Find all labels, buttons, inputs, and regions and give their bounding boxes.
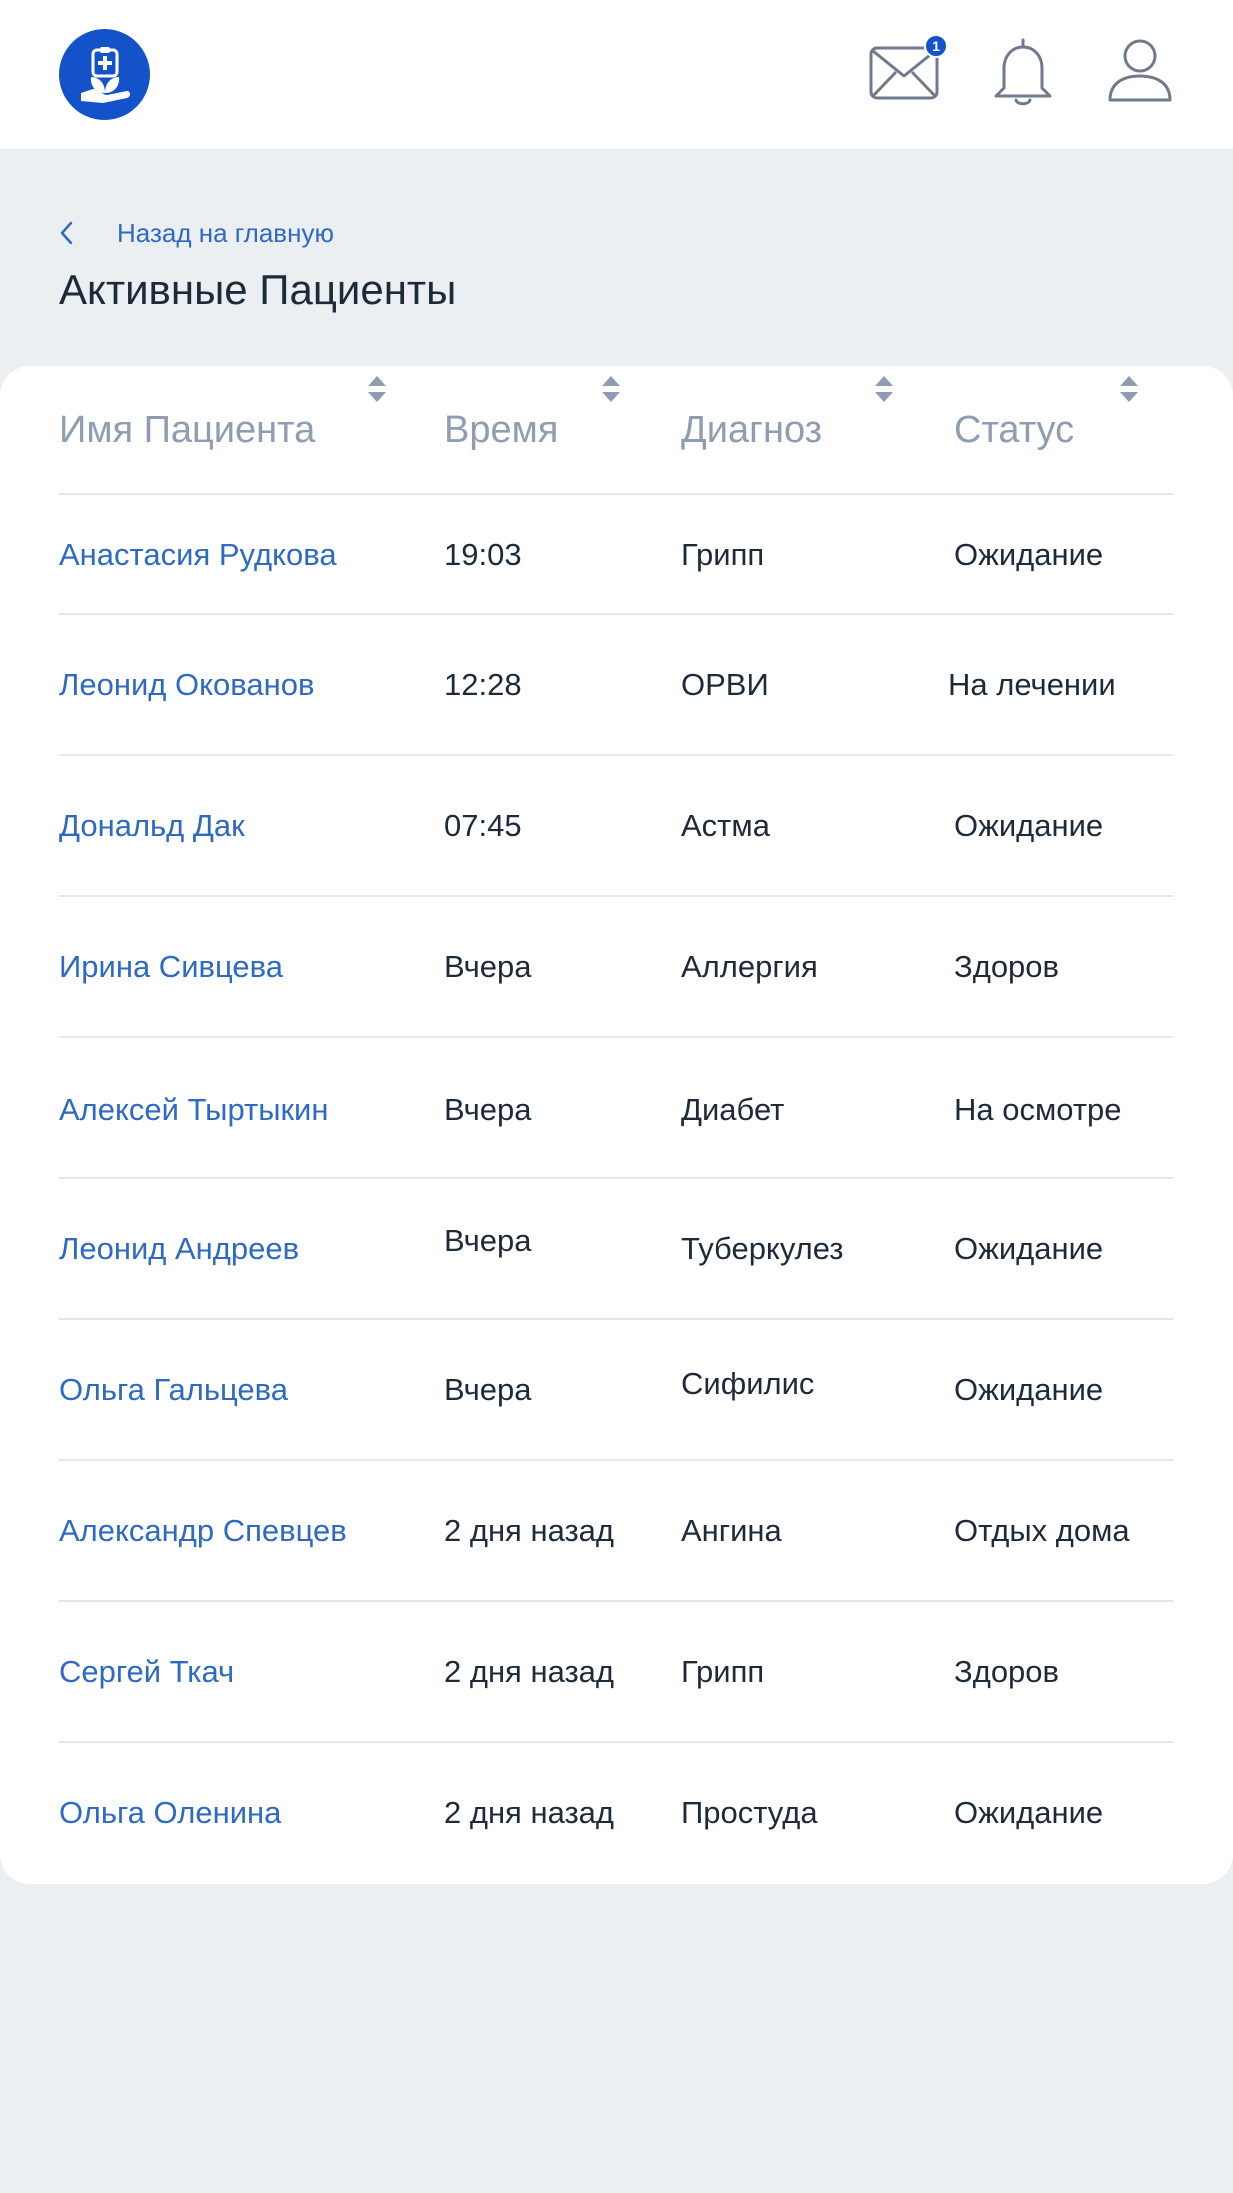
- table-row[interactable]: Ольга Оленина 2 дня назад Простуда Ожида…: [59, 1743, 1173, 1882]
- time-cell: 2 дня назад: [444, 1795, 615, 1830]
- status-cell: Отдых дома: [954, 1513, 1130, 1548]
- mail-icon[interactable]: 1: [868, 34, 948, 104]
- status-cell: Ожидание: [954, 808, 1104, 843]
- patient-name-link[interactable]: Дональд Дак: [59, 806, 245, 846]
- user-glyph: [1108, 39, 1172, 102]
- column-header-label: Статус: [954, 408, 1075, 451]
- table-row[interactable]: Алексей Тыртыкин Вчера Диабет На осмотре: [59, 1038, 1173, 1179]
- status-cell: Ожидание: [954, 1372, 1104, 1407]
- diagnosis-cell: Сифилис: [681, 1366, 815, 1401]
- diagnosis-cell: ОРВИ: [681, 667, 769, 702]
- table-row[interactable]: Леонид Окованов 12:28 ОРВИ На лечении: [59, 615, 1173, 756]
- diagnosis-cell: Туберкулез: [681, 1231, 844, 1266]
- column-header-diagnosis[interactable]: Диагноз: [681, 408, 822, 452]
- column-header-label: Время: [444, 408, 559, 451]
- sort-icon[interactable]: [1118, 374, 1140, 404]
- sort-icon[interactable]: [873, 374, 895, 404]
- diagnosis-cell: Грипп: [681, 537, 765, 572]
- bell-glyph: [994, 38, 1052, 106]
- diagnosis-cell: Ангина: [681, 1513, 782, 1548]
- column-header-status[interactable]: Статус: [954, 408, 1074, 452]
- time-cell: 07:45: [444, 808, 522, 843]
- patient-name-link[interactable]: Леонид Андреев: [59, 1229, 299, 1269]
- sort-icon[interactable]: [600, 374, 622, 404]
- diagnosis-cell: Грипп: [681, 1654, 765, 1689]
- patient-name-link[interactable]: Ирина Сивцева: [59, 947, 283, 987]
- user-icon[interactable]: [1106, 38, 1174, 104]
- patient-name-link[interactable]: Сергей Ткач: [59, 1652, 234, 1692]
- table-header: Имя Пациента Время Диагноз Статус: [59, 366, 1173, 495]
- status-cell: На осмотре: [954, 1092, 1122, 1127]
- diagnosis-cell: Аллергия: [681, 949, 818, 984]
- patient-name-link[interactable]: Алексей Тыртыкин: [59, 1090, 328, 1130]
- status-cell: Ожидание: [954, 1231, 1104, 1266]
- table-row[interactable]: Ольга Гальцева Вчера Сифилис Ожидание: [59, 1320, 1173, 1461]
- time-cell: Вчера: [444, 1372, 532, 1407]
- bell-icon[interactable]: [990, 36, 1056, 108]
- chevron-left-icon: [59, 216, 99, 250]
- time-cell: Вчера: [444, 949, 532, 984]
- table-row[interactable]: Александр Спевцев 2 дня назад Ангина Отд…: [59, 1461, 1173, 1602]
- patient-name-link[interactable]: Леонид Окованов: [59, 665, 314, 705]
- status-cell: На лечении: [948, 667, 1116, 702]
- time-cell: Вчера: [444, 1092, 532, 1127]
- logo-glyph: [80, 46, 130, 103]
- patients-table-card: Имя Пациента Время Диагноз Статус Анаста…: [0, 366, 1233, 1884]
- time-cell: 19:03: [444, 537, 522, 572]
- top-header: 1: [0, 0, 1233, 149]
- diagnosis-cell: Простуда: [681, 1795, 818, 1830]
- table-row[interactable]: Леонид Андреев Вчера Туберкулез Ожидание: [59, 1179, 1173, 1320]
- time-cell: 2 дня назад: [444, 1513, 615, 1548]
- unread-count-badge: 1: [924, 34, 948, 58]
- patient-name-link[interactable]: Анастасия Рудкова: [59, 535, 337, 575]
- column-header-label: Диагноз: [681, 408, 823, 451]
- patient-name-link[interactable]: Александр Спевцев: [59, 1511, 347, 1551]
- status-cell: Здоров: [954, 1654, 1060, 1689]
- column-header-patient-name[interactable]: Имя Пациента: [59, 408, 315, 452]
- status-cell: Ожидание: [954, 537, 1104, 572]
- column-header-label: Имя Пациента: [59, 408, 316, 451]
- table-row[interactable]: Дональд Дак 07:45 Астма Ожидание: [59, 756, 1173, 897]
- status-cell: Ожидание: [954, 1795, 1104, 1830]
- time-cell: Вчера: [444, 1223, 532, 1258]
- table-row[interactable]: Сергей Ткач 2 дня назад Грипп Здоров: [59, 1602, 1173, 1743]
- sort-icon[interactable]: [366, 374, 388, 404]
- time-cell: 2 дня назад: [444, 1654, 615, 1689]
- medical-care-logo-icon[interactable]: [59, 29, 150, 120]
- table-row[interactable]: Ирина Сивцева Вчера Аллергия Здоров: [59, 897, 1173, 1038]
- back-to-home-link[interactable]: Назад на главную: [59, 216, 334, 250]
- diagnosis-cell: Диабет: [681, 1092, 785, 1127]
- back-link-label: Назад на главную: [117, 217, 334, 248]
- patient-name-link[interactable]: Ольга Оленина: [59, 1793, 281, 1833]
- patient-name-link[interactable]: Ольга Гальцева: [59, 1370, 288, 1410]
- column-header-time[interactable]: Время: [444, 408, 558, 452]
- time-cell: 12:28: [444, 667, 522, 702]
- diagnosis-cell: Астма: [681, 808, 770, 843]
- table-row[interactable]: Анастасия Рудкова 19:03 Грипп Ожидание: [59, 495, 1173, 615]
- page-title: Активные Пациенты: [59, 266, 457, 313]
- status-cell: Здоров: [954, 949, 1060, 984]
